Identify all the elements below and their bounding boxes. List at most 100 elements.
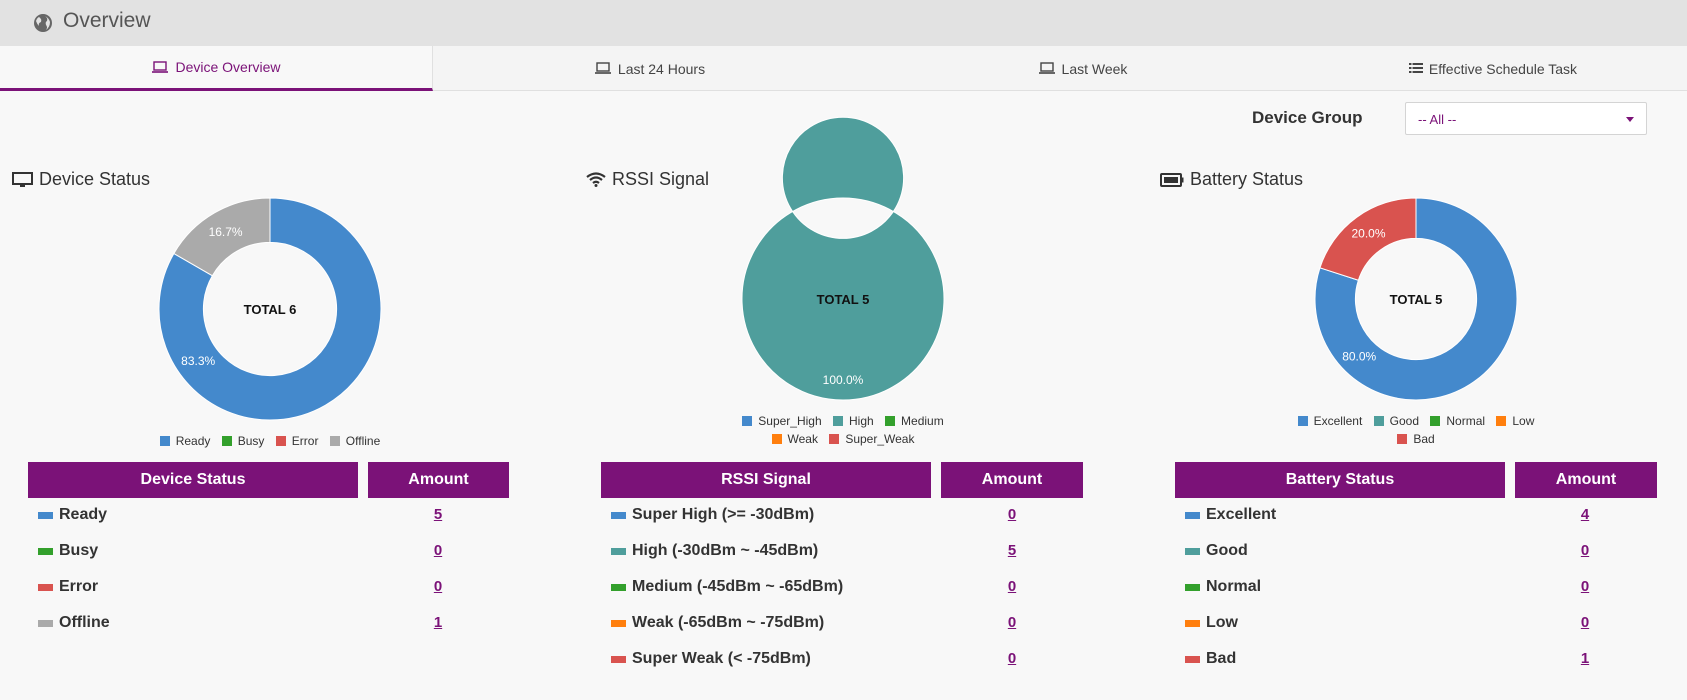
- table-row: High (-30dBm ~ -45dBm): [611, 540, 818, 562]
- tab-label: Effective Schedule Task: [1428, 60, 1578, 77]
- color-swatch: [1185, 619, 1200, 627]
- tab-effective-schedule-task[interactable]: Effective Schedule Task: [1299, 46, 1687, 91]
- table-header-device-status: Device Status: [28, 462, 358, 498]
- amount-link[interactable]: 5: [982, 540, 1042, 562]
- donut-center-total: TOTAL 5: [1390, 292, 1443, 307]
- amount-link[interactable]: 5: [408, 504, 468, 526]
- legend-item-weak[interactable]: Weak: [771, 430, 818, 448]
- page-header: Overview: [0, 0, 1687, 46]
- caret-down-icon: [1626, 117, 1634, 122]
- table-row: Super Weak (< -75dBm): [611, 648, 811, 670]
- rssi-signal-donut: 100.0% TOTAL 5: [741, 116, 945, 401]
- color-swatch: [38, 547, 53, 555]
- color-swatch: [1185, 583, 1200, 591]
- table-row: Ready: [38, 504, 107, 526]
- table-row: Normal: [1185, 576, 1261, 598]
- color-swatch: [1185, 655, 1200, 663]
- table-row: Medium (-45dBm ~ -65dBm): [611, 576, 843, 598]
- table-header-amount: Amount: [368, 462, 509, 498]
- legend-item-normal[interactable]: Normal: [1430, 412, 1485, 430]
- table-row: Error: [38, 576, 98, 598]
- legend-item-error[interactable]: Error: [275, 432, 318, 450]
- panel-title-text: Battery Status: [1190, 169, 1304, 189]
- table-header-amount: Amount: [941, 462, 1083, 498]
- legend-item-low[interactable]: Low: [1496, 412, 1534, 430]
- legend-item-super-weak[interactable]: Super_Weak: [829, 430, 914, 448]
- legend-item-super-high[interactable]: Super_High: [742, 412, 822, 430]
- battery-status-legend: Excellent Good Normal Low Bad: [1276, 412, 1556, 448]
- amount-link[interactable]: 0: [982, 648, 1042, 670]
- color-swatch: [611, 655, 626, 663]
- table-row: Low: [1185, 612, 1238, 634]
- table-row: Bad: [1185, 648, 1236, 670]
- slice-percent-label: 20.0%: [1351, 227, 1385, 241]
- slice-percent-label: 83.3%: [181, 354, 215, 368]
- battery-status-donut: 80.0% 20.0% TOTAL 5: [1314, 197, 1518, 401]
- color-swatch: [38, 619, 53, 627]
- color-swatch: [611, 511, 626, 519]
- table-row: Excellent: [1185, 504, 1276, 526]
- tab-label: Device Overview: [175, 59, 281, 75]
- legend-item-high[interactable]: High: [833, 412, 874, 430]
- color-swatch: [611, 547, 626, 555]
- amount-link[interactable]: 4: [1555, 504, 1615, 526]
- amount-link[interactable]: 0: [1555, 540, 1615, 562]
- amount-link[interactable]: 0: [408, 576, 468, 598]
- device-status-legend: Ready Busy Error Offline: [100, 432, 440, 450]
- device-status-donut: 83.3% 16.7% TOTAL 6: [158, 197, 382, 421]
- list-icon: [1408, 63, 1423, 73]
- device-group-label: Device Group: [1252, 108, 1363, 127]
- color-swatch: [611, 583, 626, 591]
- legend-item-excellent[interactable]: Excellent: [1297, 412, 1362, 430]
- legend-item-bad[interactable]: Bad: [1397, 430, 1435, 448]
- amount-link[interactable]: 1: [408, 612, 468, 634]
- laptop-icon: [1038, 62, 1055, 74]
- panel-title-text: RSSI Signal: [612, 169, 710, 189]
- legend-item-medium[interactable]: Medium: [885, 412, 944, 430]
- legend-item-busy[interactable]: Busy: [221, 432, 264, 450]
- tab-last-week[interactable]: Last Week: [866, 46, 1299, 91]
- page-title: Overview: [63, 9, 151, 32]
- table-row: Weak (-65dBm ~ -75dBm): [611, 612, 824, 634]
- color-swatch: [38, 511, 53, 519]
- tab-bar: Device Overview Last 24 Hours Last Week …: [0, 46, 1687, 91]
- donut-center-total: TOTAL 6: [244, 302, 297, 317]
- donut-slice-high[interactable]: [741, 116, 945, 401]
- table-header-rssi-signal: RSSI Signal: [601, 462, 931, 498]
- table-row: Busy: [38, 540, 98, 562]
- color-swatch: [38, 583, 53, 591]
- globe-icon: [34, 14, 52, 32]
- slice-percent-label: 80.0%: [1342, 349, 1376, 363]
- tab-device-overview[interactable]: Device Overview: [0, 46, 433, 91]
- panel-title-text: Device Status: [39, 169, 151, 189]
- amount-link[interactable]: 1: [1555, 648, 1615, 670]
- table-header-battery-status: Battery Status: [1175, 462, 1505, 498]
- device-group-select[interactable]: -- All --: [1405, 102, 1647, 135]
- amount-link[interactable]: 0: [1555, 612, 1615, 634]
- table-row: Offline: [38, 612, 110, 634]
- amount-link[interactable]: 0: [982, 576, 1042, 598]
- tab-label: Last 24 Hours: [617, 60, 706, 77]
- table-header-amount: Amount: [1515, 462, 1657, 498]
- slice-percent-label: 100.0%: [823, 373, 864, 387]
- color-swatch: [1185, 547, 1200, 555]
- amount-link[interactable]: 0: [408, 540, 468, 562]
- color-swatch: [611, 619, 626, 627]
- amount-link[interactable]: 0: [982, 504, 1042, 526]
- table-row: Good: [1185, 540, 1248, 562]
- monitor-icon: [12, 171, 33, 187]
- amount-link[interactable]: 0: [1555, 576, 1615, 598]
- table-row: Super High (>= -30dBm): [611, 504, 814, 526]
- legend-item-ready[interactable]: Ready: [159, 432, 210, 450]
- battery-icon: [1160, 172, 1184, 187]
- device-group-value: -- All --: [1418, 112, 1457, 127]
- laptop-icon: [152, 60, 169, 73]
- amount-link[interactable]: 0: [982, 612, 1042, 634]
- device-status-title: Device Status: [12, 169, 150, 190]
- legend-item-good[interactable]: Good: [1373, 412, 1419, 430]
- tab-last-24-hours[interactable]: Last 24 Hours: [433, 46, 866, 91]
- rssi-signal-title: RSSI Signal: [586, 169, 709, 190]
- tab-label: Last Week: [1061, 60, 1128, 77]
- legend-item-offline[interactable]: Offline: [329, 432, 380, 450]
- donut-center-total: TOTAL 5: [817, 292, 870, 307]
